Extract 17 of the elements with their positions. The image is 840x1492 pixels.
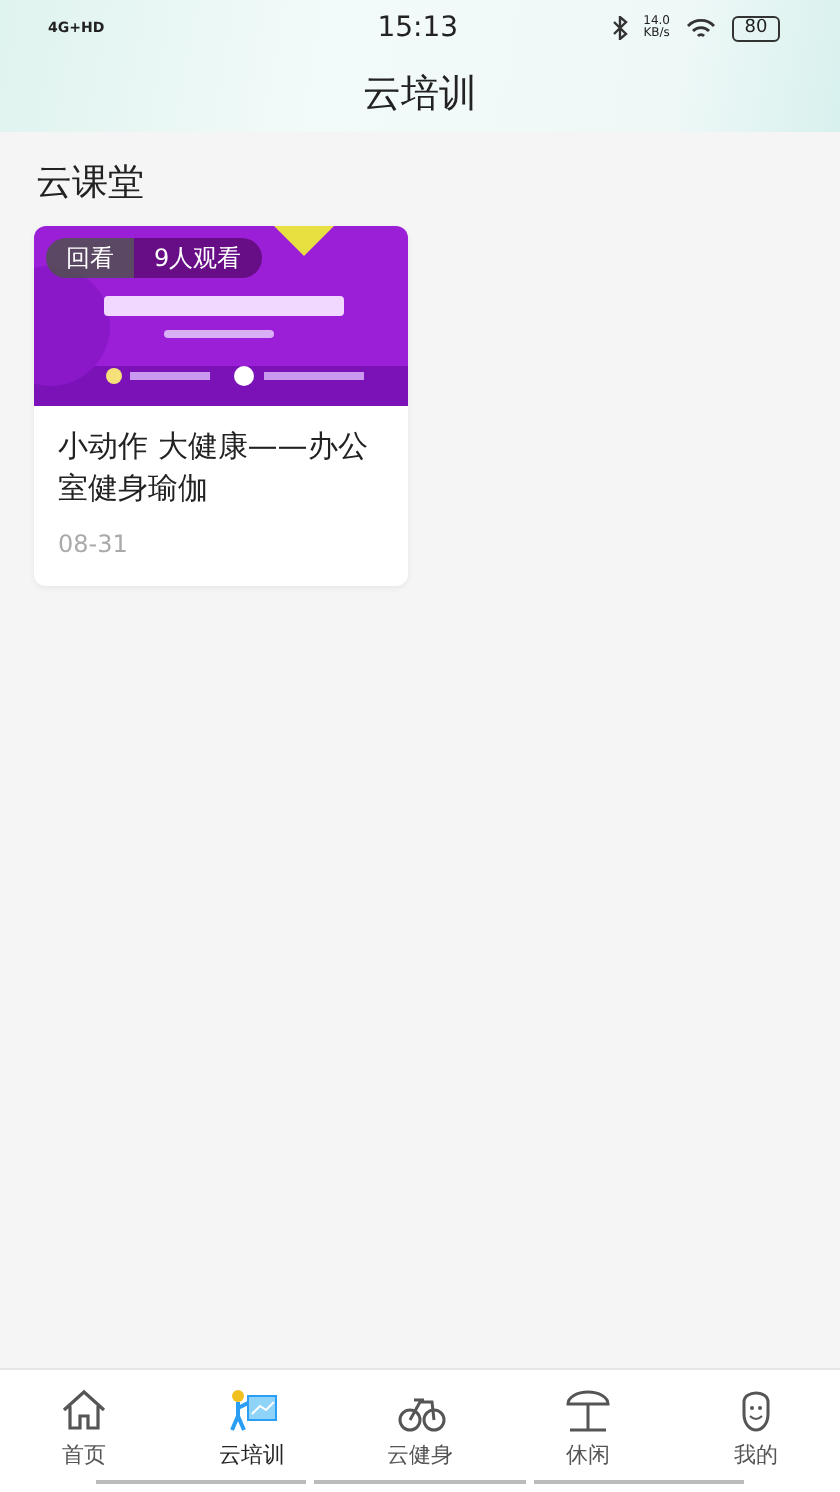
page-title: 云培训 <box>363 69 477 120</box>
tab-item[interactable]: 云健身 <box>336 1370 504 1480</box>
course-title: 小动作 大健康——办公室健身瑜伽 <box>56 426 370 510</box>
tab-item[interactable]: 我的 <box>672 1370 840 1480</box>
section-title: 云课堂 <box>36 162 144 204</box>
course-card[interactable]: 回看 9人观看 小动作 大健康——办公室健身瑜伽 08-31 <box>34 226 408 586</box>
tab-item[interactable]: 云培训 <box>168 1370 336 1480</box>
viewer-count: 9人观看 <box>134 238 262 278</box>
replay-badge: 回看 <box>46 238 134 278</box>
wifi-icon <box>686 17 716 39</box>
tab-item[interactable]: 休闲 <box>504 1370 672 1480</box>
tab-item[interactable]: 首页 <box>0 1370 168 1480</box>
teacher-icon <box>226 1384 278 1437</box>
battery-indicator: 80 <box>732 15 780 41</box>
bluetooth-icon <box>611 16 628 40</box>
clock: 15:13 <box>375 9 461 47</box>
course-date: 08-31 <box>56 528 130 562</box>
